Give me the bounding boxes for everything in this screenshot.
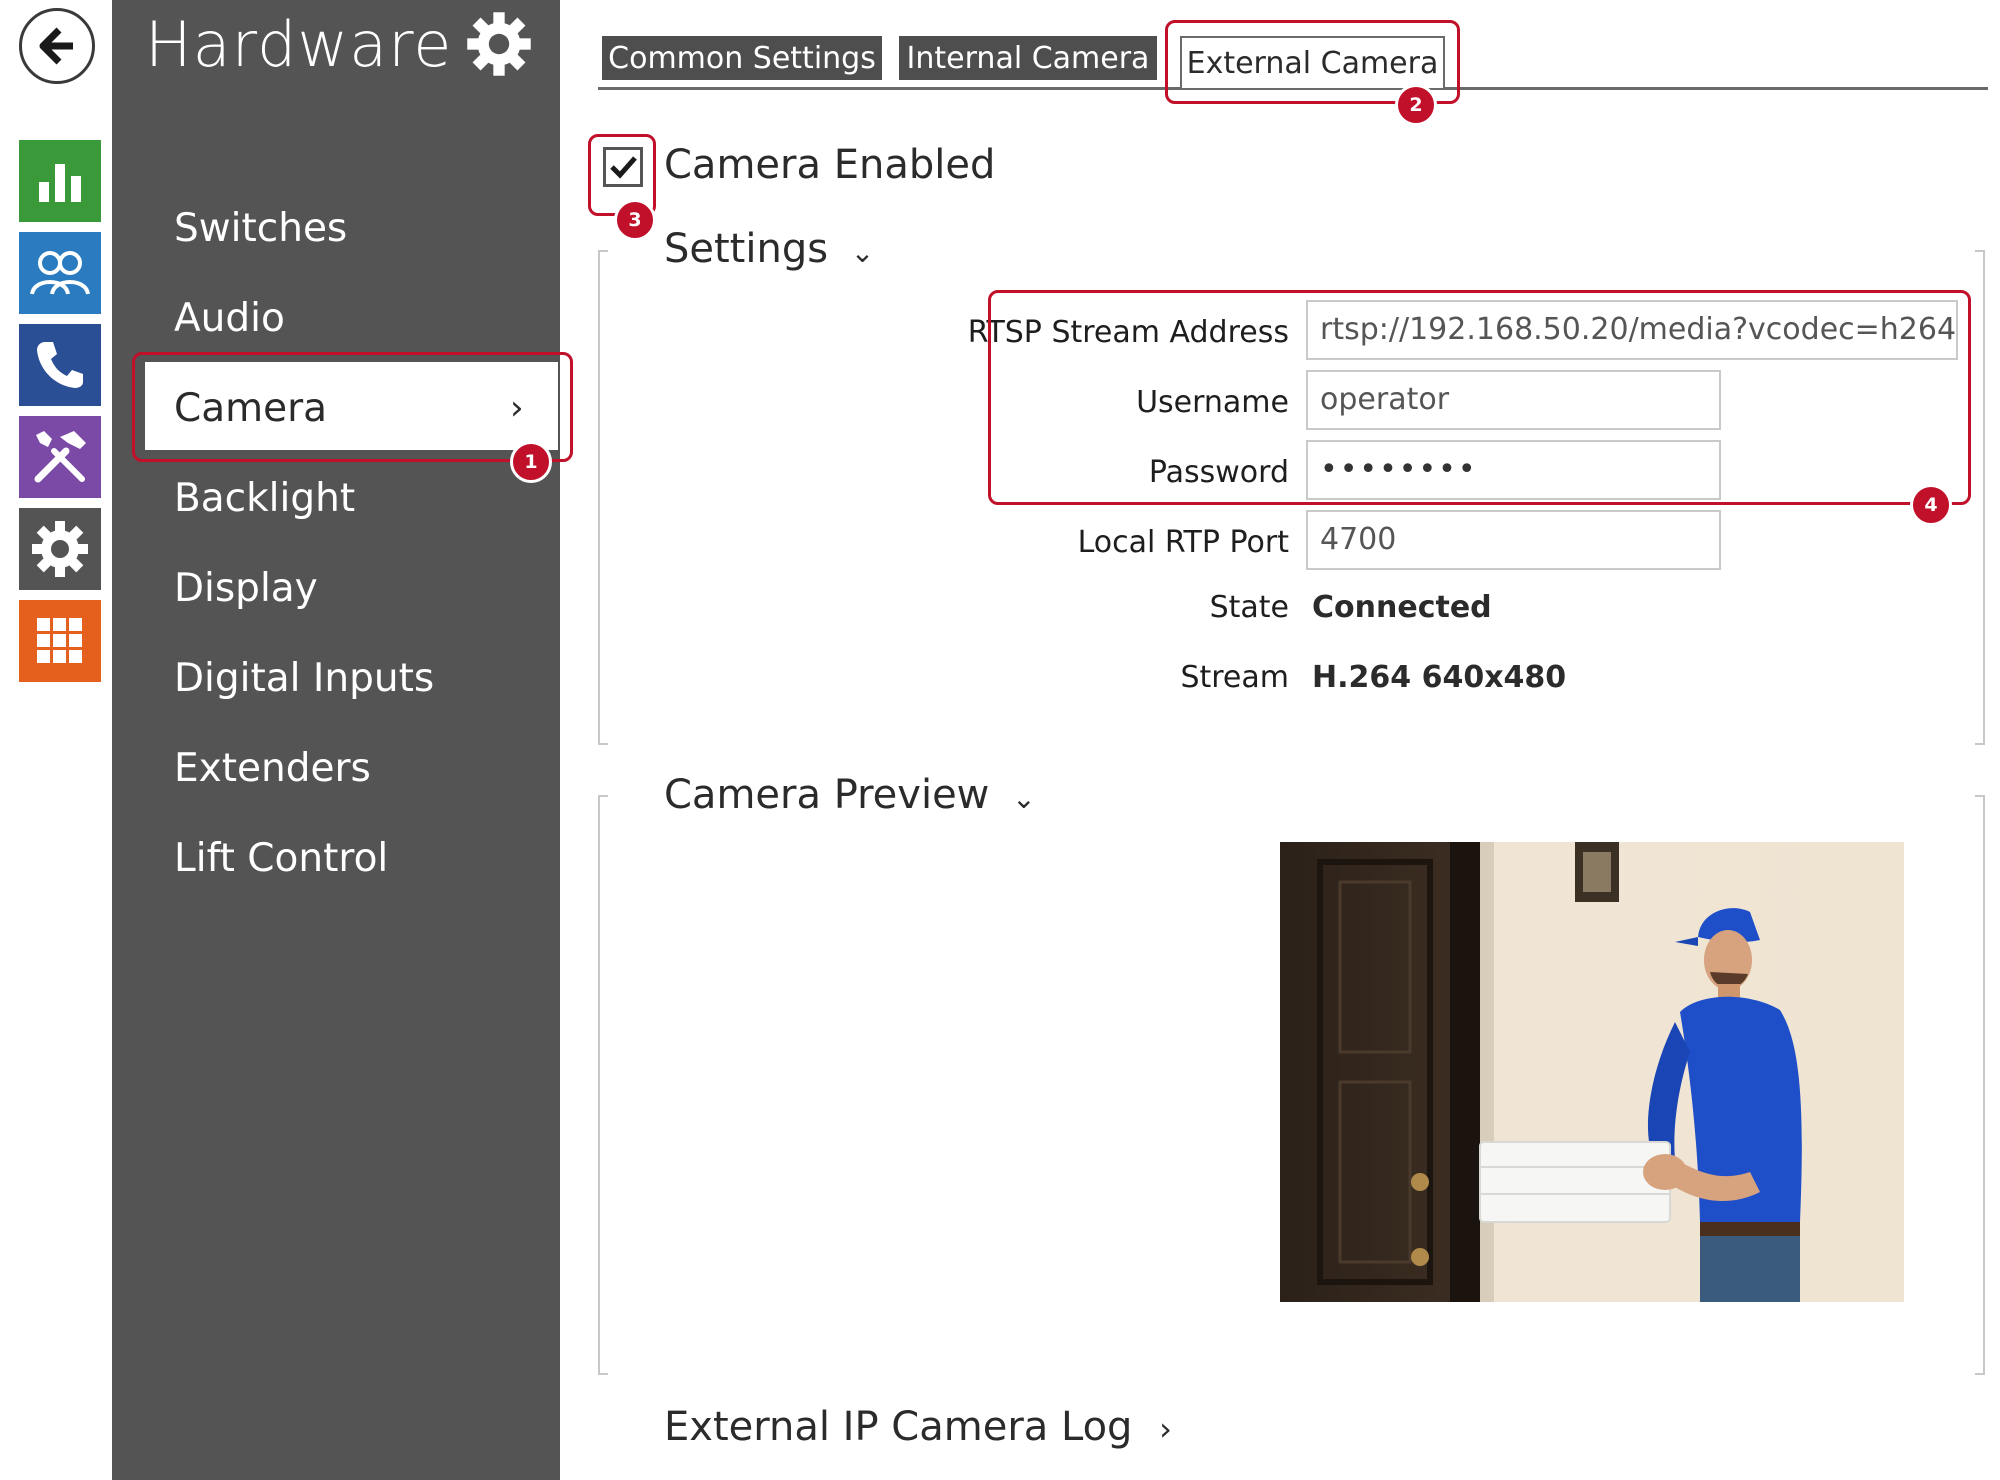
rail-hardware[interactable]: [19, 416, 101, 498]
grid-icon: [37, 618, 82, 663]
settings-gear-icon[interactable]: [465, 10, 533, 78]
settings-heading: Settings: [664, 226, 829, 272]
camera-preview-toggle[interactable]: Camera Preview ⌄: [664, 772, 1036, 818]
sidebar-item-switches[interactable]: Switches: [174, 206, 347, 251]
tab-internal-camera[interactable]: Internal Camera: [899, 36, 1157, 80]
chevron-down-icon: ⌄: [850, 236, 875, 269]
settings-section-toggle[interactable]: Settings ⌄: [664, 226, 874, 272]
sidebar-title: Hardware: [145, 8, 453, 81]
sidebar-item-audio[interactable]: Audio: [174, 296, 285, 341]
stream-label: Stream: [1180, 660, 1289, 695]
state-label: State: [1209, 590, 1289, 625]
stream-value: H.264 640x480: [1312, 660, 1567, 695]
camera-preview-heading: Camera Preview: [664, 772, 990, 818]
rail-calls[interactable]: [19, 324, 101, 406]
sidebar-item-display[interactable]: Display: [174, 566, 318, 611]
state-value: Connected: [1312, 590, 1492, 625]
local-rtp-port-field[interactable]: 4700: [1306, 510, 1721, 570]
chevron-right-icon: ›: [1159, 1410, 1172, 1448]
sidebar-item-extenders[interactable]: Extenders: [174, 746, 371, 791]
rail-system[interactable]: [19, 508, 101, 590]
chevron-down-icon: ⌄: [1012, 782, 1036, 815]
callout-badge-4: 4: [1910, 484, 1952, 526]
back-arrow-icon: [39, 27, 73, 65]
settings-section-bracket-left: [598, 250, 608, 745]
highlight-box-4: [988, 290, 1971, 505]
camera-preview-image: [1280, 842, 1904, 1302]
users-icon: [30, 251, 90, 295]
local-rtp-port-label: Local RTP Port: [1077, 525, 1289, 560]
tools-icon: [34, 431, 86, 483]
highlight-box-1: [132, 352, 573, 462]
settings-section-bracket-right: [1975, 250, 1985, 745]
rail-services[interactable]: [19, 600, 101, 682]
preview-section-bracket-right: [1975, 795, 1985, 1375]
phone-icon: [37, 342, 83, 388]
camera-log-heading: External IP Camera Log: [664, 1404, 1133, 1450]
camera-log-toggle[interactable]: External IP Camera Log ›: [664, 1404, 1172, 1450]
rail-directory[interactable]: [19, 232, 101, 314]
rail-status[interactable]: [19, 140, 101, 222]
gear-icon: [32, 521, 88, 577]
callout-badge-3: 3: [614, 199, 656, 241]
callout-badge-2: 2: [1395, 84, 1437, 126]
sidebar-item-backlight[interactable]: Backlight: [174, 476, 355, 521]
sidebar-item-lift-control[interactable]: Lift Control: [174, 836, 388, 881]
preview-section-bracket-left: [598, 795, 608, 1375]
bar-chart-icon: [39, 164, 81, 202]
sidebar-item-digital-inputs[interactable]: Digital Inputs: [174, 656, 434, 701]
back-button[interactable]: [19, 8, 95, 84]
callout-badge-1: 1: [510, 441, 552, 483]
tab-common-settings[interactable]: Common Settings: [602, 36, 882, 80]
camera-enabled-label: Camera Enabled: [664, 142, 996, 188]
